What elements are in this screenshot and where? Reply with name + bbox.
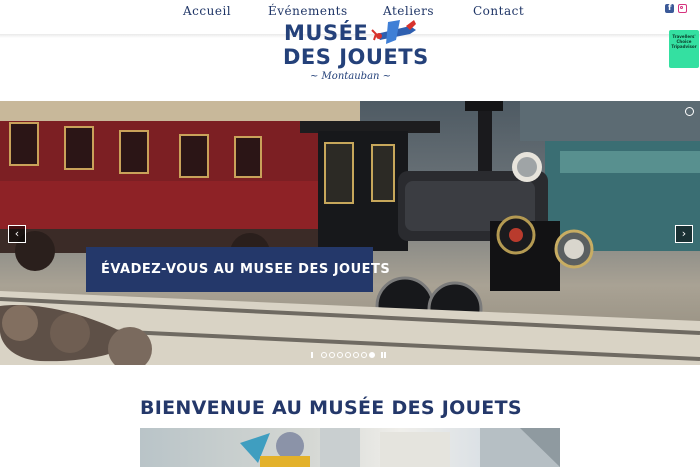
site-logo[interactable]: MUSÉE DES JOUETS ~ Montauban ~	[280, 14, 428, 86]
slider-dot-7[interactable]	[369, 352, 375, 358]
logo-line-2: DES JOUETS	[283, 45, 429, 69]
slider-dot-1[interactable]	[321, 352, 327, 358]
slider-bar-left	[311, 352, 313, 358]
slider-dot-4[interactable]	[345, 352, 351, 358]
slider-dot-3[interactable]	[337, 352, 343, 358]
tripadvisor-text: Travellers' Choice Tripadvisor	[671, 34, 697, 49]
slider-dot-5[interactable]	[353, 352, 359, 358]
nav-item-accueil[interactable]: Accueil	[183, 4, 231, 18]
logo-line-1: MUSÉE	[284, 21, 369, 45]
slider-prev-button[interactable]: ‹	[8, 225, 26, 243]
hero-caption: ÉVADEZ-VOUS AU MUSEE DES JOUETS	[86, 247, 390, 292]
slider-bar-right	[381, 352, 383, 358]
slider-pause-icon[interactable]	[685, 107, 694, 116]
instagram-icon[interactable]	[678, 4, 687, 13]
nav-item-contact[interactable]: Contact	[473, 4, 524, 18]
hero-image-toy-train	[0, 101, 700, 365]
tripadvisor-badge[interactable]: Travellers' Choice Tripadvisor	[669, 30, 699, 68]
slider-bar-right-2	[384, 352, 386, 358]
slider-next-button[interactable]: ›	[675, 225, 693, 243]
welcome-image	[140, 428, 560, 467]
slider-dot-6[interactable]	[361, 352, 367, 358]
facebook-icon[interactable]: f	[665, 3, 674, 13]
hero-slider: ‹ › ÉVADEZ-VOUS AU MUSEE DES JOUETS	[0, 101, 700, 365]
toy-plane-icon	[371, 20, 416, 44]
slider-dot-2[interactable]	[329, 352, 335, 358]
logo-subtitle: ~ Montauban ~	[310, 71, 392, 82]
welcome-title: BIENVENUE AU MUSÉE DES JOUETS	[140, 397, 522, 419]
